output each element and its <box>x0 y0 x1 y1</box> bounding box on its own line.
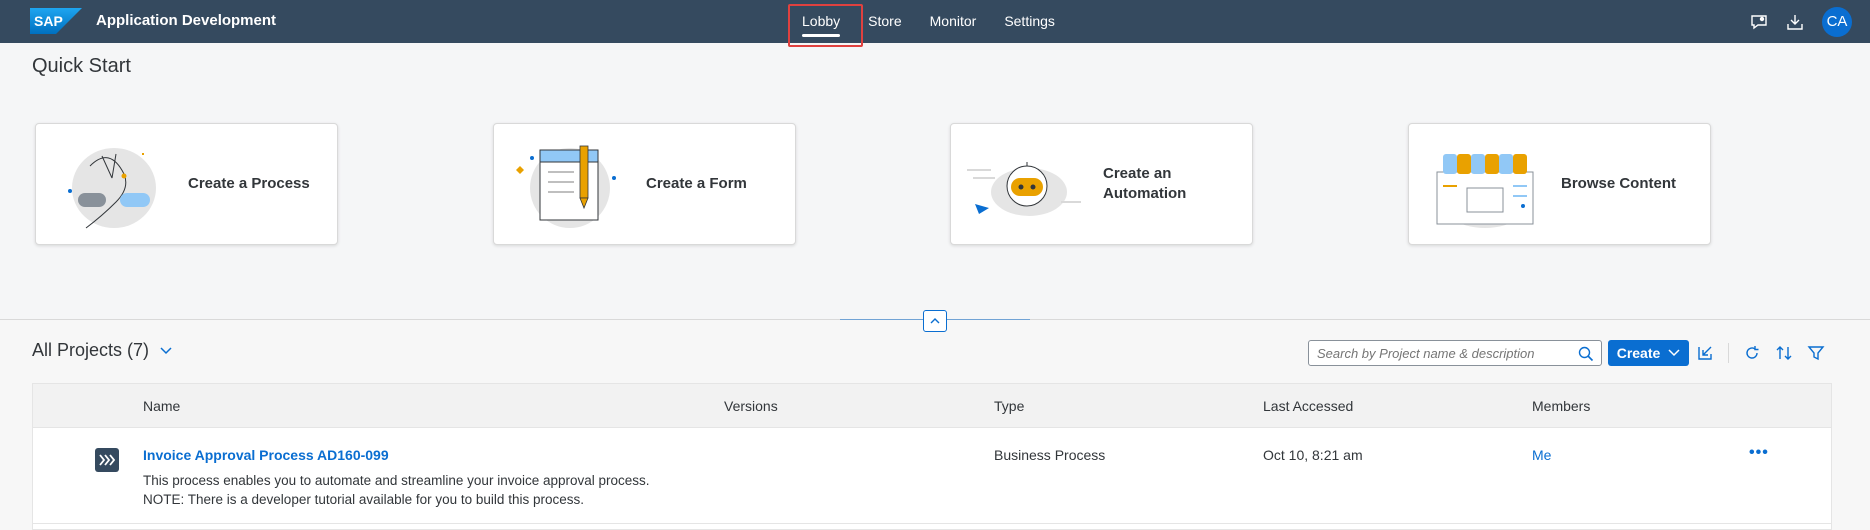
create-button-label: Create <box>1616 345 1661 361</box>
top-navigation: Lobby Store Monitor Settings <box>788 0 1069 43</box>
project-description: This process enables you to automate and… <box>143 471 650 509</box>
project-description-line: This process enables you to automate and… <box>143 473 650 488</box>
download-icon[interactable] <box>1786 13 1804 31</box>
chevron-down-icon <box>1668 349 1680 357</box>
store-illustration-icon <box>1436 154 1534 228</box>
column-header-name[interactable]: Name <box>143 398 180 414</box>
table-toolbar <box>1696 340 1825 366</box>
quick-start-title: Quick Start <box>32 55 131 77</box>
projects-title[interactable]: All Projects (7) <box>32 340 173 361</box>
collapse-header-button[interactable] <box>923 310 947 332</box>
search-input[interactable] <box>1317 344 1567 362</box>
tile-label: Create a Process <box>188 175 310 192</box>
column-header-last-accessed[interactable]: Last Accessed <box>1263 398 1353 414</box>
column-header-members[interactable]: Members <box>1532 398 1590 414</box>
tile-browse-content[interactable]: Browse Content <box>1408 123 1711 245</box>
process-illustration-icon <box>68 148 156 229</box>
form-illustration-icon <box>516 145 616 228</box>
refresh-icon[interactable] <box>1743 344 1761 362</box>
automation-illustration-icon <box>967 162 1081 216</box>
table-row[interactable]: Invoice Approval Process AD160-099 This … <box>33 428 1831 524</box>
toolbar-separator <box>1728 343 1729 363</box>
sap-logo[interactable]: SAP <box>30 8 82 34</box>
feedback-icon[interactable] <box>1750 13 1768 31</box>
project-type: Business Process <box>994 447 1106 463</box>
column-header-type[interactable]: Type <box>994 398 1024 414</box>
create-button[interactable]: Create <box>1608 340 1689 366</box>
nav-settings[interactable]: Settings <box>990 0 1069 43</box>
project-search-field[interactable] <box>1308 340 1602 366</box>
tile-label: Create a Form <box>646 175 747 192</box>
project-last-accessed: Oct 10, 8:21 am <box>1263 447 1363 463</box>
shell-actions: CA <box>1750 0 1852 43</box>
tile-label: Browse Content <box>1561 175 1677 192</box>
chevron-up-icon <box>930 318 940 324</box>
import-icon[interactable] <box>1696 344 1714 362</box>
chevron-down-icon[interactable] <box>159 346 173 356</box>
app-title: Application Development <box>96 12 277 29</box>
more-options-icon[interactable]: ••• <box>1749 444 1769 462</box>
table-header: Name Versions Type Last Accessed Members <box>33 384 1831 428</box>
business-process-icon <box>95 448 119 472</box>
projects-table: Name Versions Type Last Accessed Members… <box>32 383 1832 530</box>
column-header-versions[interactable]: Versions <box>724 398 778 414</box>
tile-create-process[interactable]: Create a Process <box>35 123 338 245</box>
nav-store[interactable]: Store <box>854 0 915 43</box>
filter-icon[interactable] <box>1807 344 1825 362</box>
svg-text:SAP: SAP <box>34 13 63 29</box>
sort-icon[interactable] <box>1775 344 1793 362</box>
project-description-line: NOTE: There is a developer tutorial avai… <box>143 492 584 507</box>
projects-title-text: All Projects (7) <box>32 340 150 360</box>
tile-label: Create an Automation <box>1103 165 1187 202</box>
project-name-link[interactable]: Invoice Approval Process AD160-099 <box>143 447 389 463</box>
project-members-link[interactable]: Me <box>1532 447 1551 463</box>
search-icon[interactable] <box>1578 346 1594 362</box>
tile-create-automation[interactable]: Create an Automation <box>950 123 1253 245</box>
shell-bar: SAP Application Development Lobby Store … <box>0 0 1870 43</box>
user-avatar[interactable]: CA <box>1822 6 1852 37</box>
tile-create-form[interactable]: Create a Form <box>493 123 796 245</box>
nav-monitor[interactable]: Monitor <box>916 0 991 43</box>
nav-lobby[interactable]: Lobby <box>788 0 854 43</box>
